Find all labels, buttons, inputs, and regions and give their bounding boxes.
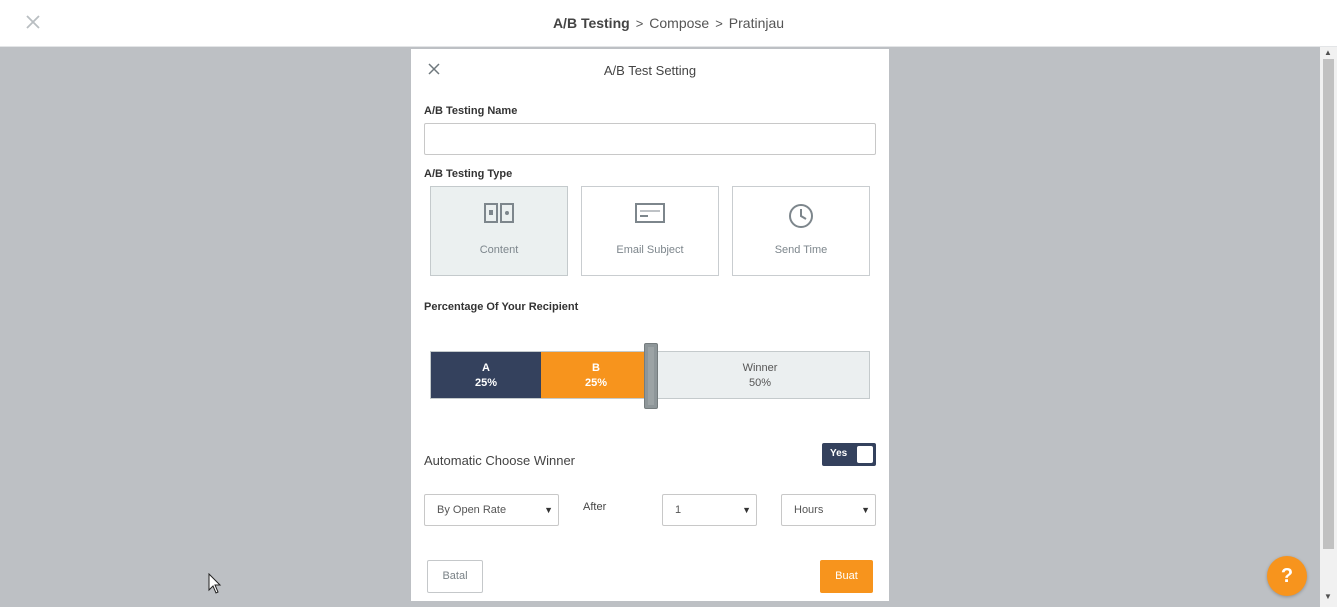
create-button[interactable]: Buat	[820, 560, 873, 593]
type-card-label: Send Time	[774, 244, 828, 256]
segment-winner-percent: 50%	[748, 377, 772, 389]
auto-winner-label: Automatic Choose Winner	[424, 453, 576, 468]
percentage-slider-handle[interactable]	[644, 343, 658, 409]
ab-test-setting-modal: A/B Test Setting A/B Testing Name A/B Te…	[411, 49, 889, 601]
segment-a: A 25%	[431, 352, 541, 398]
select-value: 1	[675, 504, 682, 516]
winner-criteria-select[interactable]: By Open Rate ▼	[424, 494, 559, 526]
content-split-icon	[484, 203, 514, 223]
page-scrollbar[interactable]: ▲ ▼	[1320, 47, 1337, 607]
after-label: After	[583, 501, 607, 513]
top-bar: A/B Testing > Compose > Pratinjau	[0, 0, 1337, 47]
mouse-cursor-icon	[208, 573, 222, 594]
select-value: By Open Rate	[437, 504, 507, 516]
ab-testing-name-input[interactable]	[424, 123, 876, 155]
toggle-label: Yes	[830, 448, 848, 459]
type-card-label: Content	[479, 244, 519, 256]
auto-winner-toggle[interactable]: Yes	[822, 443, 876, 466]
caret-down-icon: ▼	[742, 505, 751, 515]
scroll-up-icon[interactable]: ▲	[1324, 49, 1332, 57]
select-value: Hours	[794, 504, 824, 516]
duration-unit-select[interactable]: Hours ▼	[781, 494, 876, 526]
clock-icon	[789, 204, 813, 228]
scroll-down-icon[interactable]: ▼	[1324, 593, 1332, 601]
scrollbar-thumb[interactable]	[1323, 59, 1334, 549]
name-label: A/B Testing Name	[424, 105, 518, 117]
help-button[interactable]: ?	[1267, 556, 1307, 596]
type-card-content[interactable]: Content	[430, 186, 568, 276]
segment-a-percent: 25%	[474, 377, 498, 389]
type-label: A/B Testing Type	[424, 168, 513, 180]
caret-down-icon: ▼	[861, 505, 870, 515]
segment-winner: Winner 50%	[651, 352, 869, 398]
email-subject-icon	[635, 203, 665, 223]
breadcrumb-item-pratinjau[interactable]: Pratinjau	[729, 15, 784, 31]
segment-winner-name: Winner	[742, 362, 778, 374]
duration-amount-select[interactable]: 1 ▼	[662, 494, 757, 526]
breadcrumb-item-compose[interactable]: Compose	[649, 15, 709, 31]
type-card-label: Email Subject	[616, 244, 684, 256]
caret-down-icon: ▼	[544, 505, 553, 515]
toggle-knob	[857, 446, 873, 463]
segment-a-name: A	[482, 362, 490, 374]
chevron-right-icon: >	[715, 16, 723, 31]
cancel-button[interactable]: Batal	[427, 560, 483, 593]
segment-b-percent: 25%	[584, 377, 608, 389]
chevron-right-icon: >	[635, 16, 644, 31]
segment-b-name: B	[592, 362, 600, 374]
type-card-send-time[interactable]: Send Time	[732, 186, 870, 276]
segment-b: B 25%	[541, 352, 651, 398]
type-card-email-subject[interactable]: Email Subject	[581, 186, 719, 276]
modal-title: A/B Test Setting	[603, 63, 697, 78]
percentage-label: Percentage Of Your Recipient	[424, 301, 579, 313]
breadcrumb-item-ab-testing[interactable]: A/B Testing	[553, 15, 630, 31]
breadcrumb: A/B Testing > Compose > Pratinjau	[0, 15, 1337, 31]
